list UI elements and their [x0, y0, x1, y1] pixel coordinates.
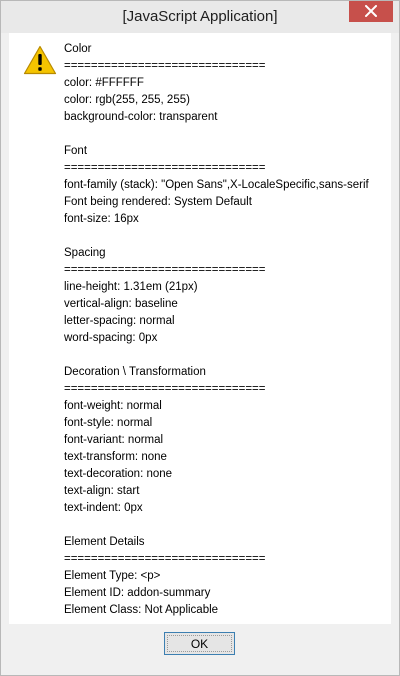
warning-icon [23, 45, 57, 75]
message-section: Color ============================== color… [64, 41, 389, 126]
section-heading: Font [64, 145, 88, 157]
property-line: Element Class: Not Applicable [64, 604, 219, 616]
section-heading: Spacing [64, 247, 106, 259]
property-line: font-weight: normal [64, 400, 162, 412]
message-text: Color ============================== color… [64, 41, 389, 636]
property-line: Font being rendered: System Default [64, 196, 252, 208]
section-separator: ============================== [64, 60, 266, 72]
property-line: Element ID: addon-summary [64, 587, 211, 599]
focus-ring [167, 635, 232, 652]
property-line: word-spacing: 0px [64, 332, 158, 344]
property-line: text-decoration: none [64, 468, 173, 480]
message-section: Decoration \ Transformation =============… [64, 364, 389, 517]
section-separator: ============================== [64, 264, 266, 276]
section-heading: Color [64, 43, 92, 55]
dialog-footer: OK [9, 624, 391, 667]
property-line: letter-spacing: normal [64, 315, 175, 327]
property-line: font-family (stack): "Open Sans",X-Local… [64, 179, 369, 191]
section-heading: Decoration \ Transformation [64, 366, 206, 378]
section-separator: ============================== [64, 553, 266, 565]
message-section: Spacing ============================== lin… [64, 245, 389, 347]
message-section: Font ============================== font-f… [64, 143, 389, 228]
dialog-content: Color ============================== color… [9, 33, 391, 667]
window-title: [JavaScript Application] [122, 8, 278, 25]
property-line: text-indent: 0px [64, 502, 143, 514]
property-line: text-align: start [64, 485, 140, 497]
property-line: Element Type: <p> [64, 570, 161, 582]
close-icon [365, 5, 377, 17]
close-button[interactable] [349, 1, 393, 22]
property-line: font-size: 16px [64, 213, 139, 225]
property-line: color: rgb(255, 255, 255) [64, 94, 190, 106]
property-line: color: #FFFFFF [64, 77, 144, 89]
property-line: line-height: 1.31em (21px) [64, 281, 198, 293]
message-section: Element Details =========================… [64, 534, 389, 619]
property-line: font-style: normal [64, 417, 153, 429]
section-separator: ============================== [64, 162, 266, 174]
dialog-window: [JavaScript Application] Color ==========… [0, 0, 400, 676]
property-line: font-variant: normal [64, 434, 164, 446]
section-separator: ============================== [64, 383, 266, 395]
title-bar[interactable]: [JavaScript Application] [1, 1, 399, 33]
property-line: background-color: transparent [64, 111, 218, 123]
property-line: text-transform: none [64, 451, 167, 463]
property-line: vertical-align: baseline [64, 298, 178, 310]
section-heading: Element Details [64, 536, 145, 548]
ok-button[interactable]: OK [164, 632, 235, 655]
